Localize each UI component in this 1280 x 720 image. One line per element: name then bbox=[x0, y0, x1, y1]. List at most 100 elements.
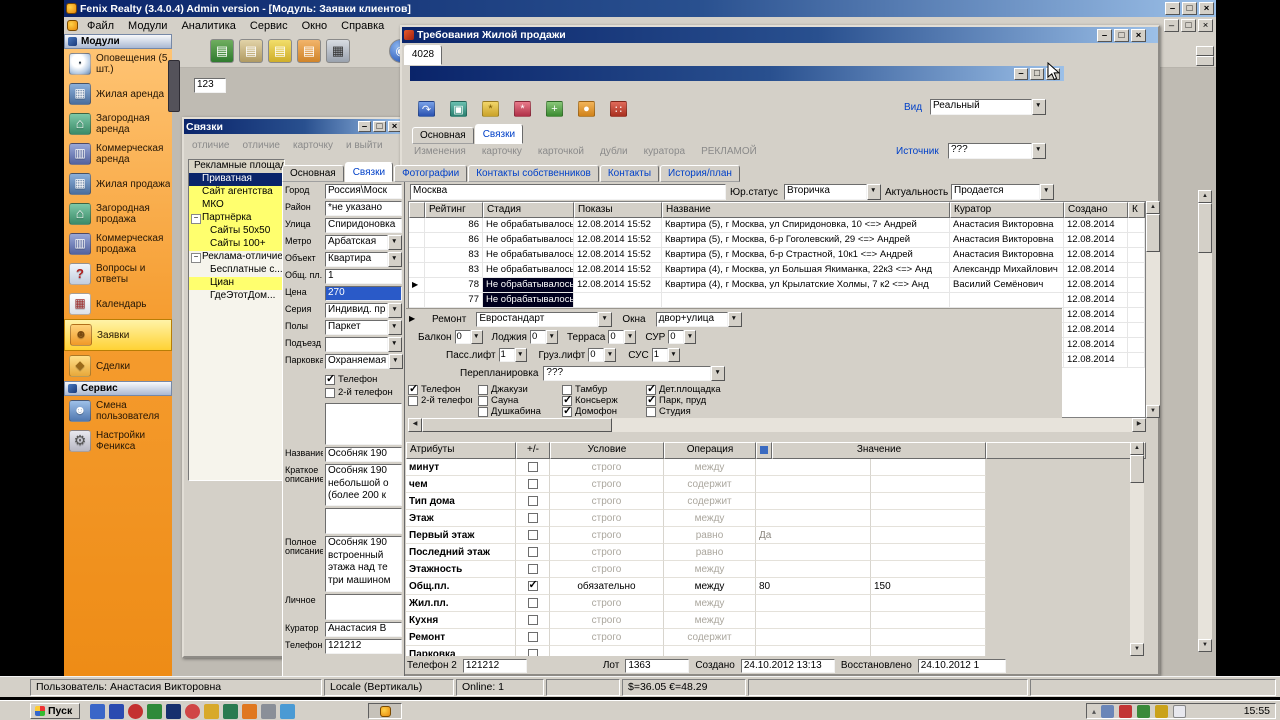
amenity-checkbox[interactable]: Студия bbox=[646, 406, 734, 417]
svyazki-titlebar[interactable]: Связки bbox=[184, 119, 403, 134]
tree-item[interactable]: Циан bbox=[189, 277, 284, 290]
attr-checkbox[interactable] bbox=[516, 629, 550, 646]
sidebar-module-item[interactable]: Коммерческая продажа bbox=[64, 229, 172, 259]
field-input[interactable]: Квартира bbox=[325, 252, 402, 267]
tree-item[interactable]: Сайты 50х50 bbox=[189, 225, 284, 238]
mdi-vscrollbar[interactable] bbox=[1198, 190, 1212, 652]
scroll-left-icon[interactable] bbox=[408, 418, 422, 432]
table-row[interactable]: 78 Не обрабатывалось 12.08.2014 15:52 Кв… bbox=[409, 278, 1145, 293]
star-icon[interactable]: * bbox=[482, 101, 499, 117]
requirements-maximize-button[interactable] bbox=[1114, 28, 1129, 42]
attr-checkbox[interactable] bbox=[516, 561, 550, 578]
tree-item[interactable]: МКО bbox=[189, 199, 284, 212]
legal-status-dropdown-icon[interactable] bbox=[867, 184, 881, 200]
counter-dropdown-icon[interactable] bbox=[667, 348, 680, 362]
attr-checkbox[interactable] bbox=[516, 476, 550, 493]
counter-combo[interactable]: 0 bbox=[529, 330, 558, 344]
city-field[interactable]: Москва bbox=[410, 184, 726, 200]
sidebar-module-item[interactable]: Жилая продажа bbox=[64, 169, 172, 199]
attribute-row[interactable]: чем строго содержит bbox=[406, 476, 986, 493]
maximize-button[interactable] bbox=[1182, 2, 1197, 15]
attr-column-header[interactable]: Атрибуты bbox=[406, 442, 516, 459]
card-tab[interactable]: Основная bbox=[282, 165, 344, 182]
counter-combo[interactable]: 1 bbox=[651, 348, 680, 362]
flower-icon[interactable]: * bbox=[514, 101, 531, 117]
tray-expand-icon[interactable]: ▴ bbox=[1092, 707, 1096, 716]
attr-column-header[interactable]: Операция bbox=[664, 442, 756, 459]
table-row[interactable]: 83 Не обрабатывалось 12.08.2014 15:52 Кв… bbox=[409, 263, 1145, 278]
table-row[interactable]: 83 Не обрабатывалось 12.08.2014 15:52 Кв… bbox=[409, 248, 1145, 263]
key-icon[interactable]: ● bbox=[578, 101, 595, 117]
action-button[interactable]: карточкой bbox=[538, 146, 584, 157]
phone-checkbox[interactable]: 2-й телефон bbox=[408, 395, 472, 406]
menu-item[interactable]: Сервис bbox=[243, 19, 295, 33]
column-header[interactable]: Рейтинг bbox=[425, 202, 483, 218]
actuality-dropdown-icon[interactable] bbox=[1040, 184, 1054, 200]
view-dropdown-icon[interactable] bbox=[1032, 99, 1046, 115]
sidebar-module-item[interactable]: Сделки bbox=[64, 351, 172, 381]
attr-checkbox[interactable] bbox=[516, 646, 550, 656]
mdi-child-icon[interactable] bbox=[67, 20, 78, 31]
action-button[interactable]: дубли bbox=[600, 146, 628, 157]
tray-icon[interactable] bbox=[1119, 704, 1133, 718]
tray-icon[interactable] bbox=[1137, 704, 1151, 718]
attr-column-header[interactable]: Значение bbox=[772, 442, 986, 459]
counter-dropdown-icon[interactable] bbox=[684, 330, 697, 344]
column-header[interactable]: Стадия bbox=[483, 202, 574, 218]
field-input[interactable]: *не указано bbox=[325, 201, 402, 216]
dropdown-icon[interactable] bbox=[388, 252, 402, 267]
dropdown-icon[interactable] bbox=[389, 354, 404, 369]
card-tab[interactable]: Контакты собственников bbox=[468, 165, 599, 182]
attribute-row[interactable]: Кухня строго между bbox=[406, 612, 986, 629]
scrollbar-thumb[interactable] bbox=[168, 60, 180, 112]
tree-item[interactable]: Сайты 100+ bbox=[189, 238, 284, 251]
tree-item[interactable]: ГдеЭтотДом... bbox=[189, 290, 284, 303]
tree-item[interactable]: Сайт агентства bbox=[189, 186, 284, 199]
svyazki-minimize-button[interactable] bbox=[358, 121, 371, 132]
counter-dropdown-icon[interactable] bbox=[545, 330, 558, 344]
counter-combo[interactable]: 0 bbox=[588, 348, 617, 362]
field-input[interactable]: 1 bbox=[325, 269, 402, 284]
journal-icon[interactable]: ▤ bbox=[268, 38, 292, 63]
field-input[interactable] bbox=[325, 508, 402, 534]
sidebar-service-item[interactable]: Смена пользователя bbox=[64, 396, 172, 426]
scroll-up-icon[interactable] bbox=[1146, 201, 1160, 214]
sidebar-module-item[interactable]: Оповещения (5 шт.) bbox=[64, 49, 172, 79]
table-vscrollbar[interactable] bbox=[1146, 201, 1160, 418]
attribute-row[interactable]: Первый этаж строго равно Да bbox=[406, 527, 986, 544]
stray-field[interactable]: 123 bbox=[194, 78, 226, 93]
attribute-row[interactable]: Этажность строго между bbox=[406, 561, 986, 578]
requirements-minimize-button[interactable] bbox=[1097, 28, 1112, 42]
hscroll-thumb[interactable] bbox=[422, 418, 612, 432]
field-input[interactable]: Россия\Моск bbox=[325, 184, 402, 199]
tray-icon[interactable] bbox=[1101, 704, 1115, 718]
view-combo[interactable]: Реальный bbox=[930, 99, 1046, 115]
counter-dropdown-icon[interactable] bbox=[624, 330, 637, 344]
counter-dropdown-icon[interactable] bbox=[514, 348, 527, 362]
amenity-checkbox[interactable]: Консьерж bbox=[562, 395, 646, 406]
dropdown-icon[interactable] bbox=[388, 303, 403, 318]
vscroll-thumb[interactable] bbox=[1146, 214, 1160, 252]
amenity-checkbox[interactable]: Домофон bbox=[562, 406, 646, 417]
svyazki-maximize-button[interactable] bbox=[373, 121, 386, 132]
attribute-row[interactable]: Последний этаж строго равно bbox=[406, 544, 986, 561]
amenity-checkbox[interactable]: Сауна bbox=[478, 395, 562, 406]
quicklaunch-icon[interactable] bbox=[90, 703, 105, 719]
sidebar-modules-header[interactable]: Модули bbox=[64, 34, 172, 49]
dropdown-icon[interactable] bbox=[388, 235, 402, 250]
amenity-checkbox[interactable]: Душкабина bbox=[478, 406, 562, 417]
created-field[interactable]: 24.10.2012 13:13 bbox=[740, 658, 835, 673]
scroll-down-icon[interactable] bbox=[1130, 643, 1144, 656]
renovation-combo[interactable]: Евростандарт bbox=[476, 312, 613, 327]
card-tab[interactable]: История/план bbox=[660, 165, 740, 182]
column-header[interactable]: Показы bbox=[574, 202, 662, 218]
tree-item[interactable]: Бесплатные с... bbox=[189, 264, 284, 277]
phone-checkbox[interactable]: Телефон bbox=[408, 384, 472, 395]
attr-column-header[interactable]: Условие bbox=[550, 442, 664, 459]
attr-checkbox[interactable] bbox=[516, 595, 550, 612]
inner-maximize-button[interactable] bbox=[1030, 67, 1044, 80]
column-header[interactable]: Куратор bbox=[950, 202, 1064, 218]
record-icon[interactable] bbox=[185, 703, 200, 719]
table-row[interactable]: 86 Не обрабатывалось 12.08.2014 15:52 Кв… bbox=[409, 233, 1145, 248]
scroll-up-icon[interactable] bbox=[1130, 442, 1144, 455]
